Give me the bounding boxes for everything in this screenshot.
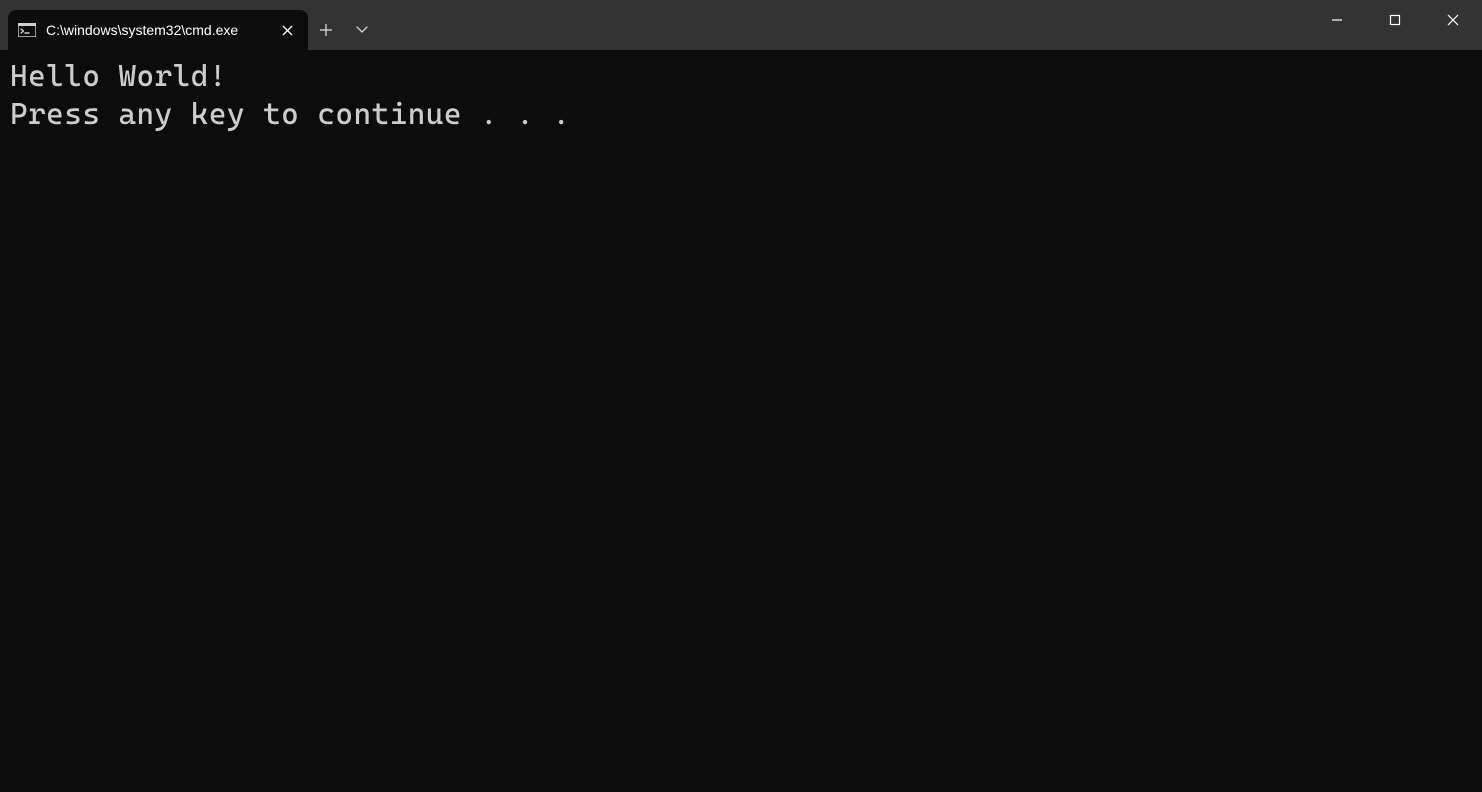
tab-title: C:\windows\system32\cmd.exe (46, 22, 266, 38)
close-icon (1447, 14, 1459, 26)
chevron-down-icon (356, 26, 368, 34)
plus-icon (319, 23, 333, 37)
tab-dropdown-button[interactable] (344, 10, 380, 50)
terminal-body[interactable]: Hello World! Press any key to continue .… (0, 50, 1482, 792)
terminal-window: C:\windows\system32\cmd.exe (0, 0, 1482, 792)
titlebar: C:\windows\system32\cmd.exe (0, 0, 1482, 50)
close-icon (282, 25, 293, 36)
terminal-line: Press any key to continue . . . (10, 96, 1472, 134)
minimize-icon (1331, 14, 1343, 26)
tab-active[interactable]: C:\windows\system32\cmd.exe (8, 10, 308, 50)
close-window-button[interactable] (1424, 0, 1482, 40)
minimize-button[interactable] (1308, 0, 1366, 40)
new-tab-button[interactable] (308, 10, 344, 50)
close-tab-button[interactable] (276, 19, 298, 41)
cmd-icon (18, 21, 36, 39)
terminal-line: Hello World! (10, 58, 1472, 96)
window-controls (1308, 0, 1482, 50)
maximize-button[interactable] (1366, 0, 1424, 40)
titlebar-left: C:\windows\system32\cmd.exe (0, 0, 380, 50)
maximize-icon (1389, 14, 1401, 26)
